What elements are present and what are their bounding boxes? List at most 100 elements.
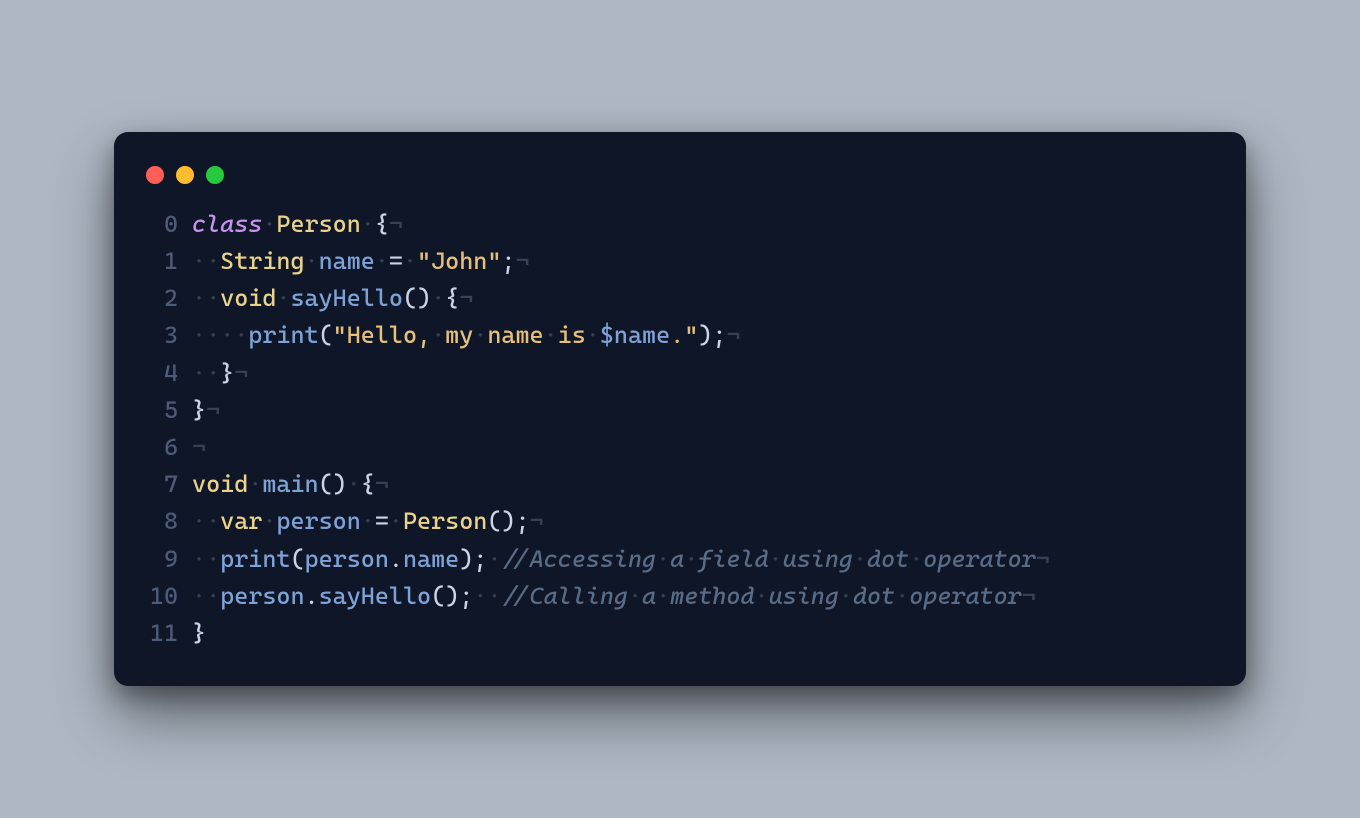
code-line[interactable]: 8··var·person·=·Person();¬ [144, 503, 1216, 540]
token-ws: ·· [192, 359, 220, 387]
token-ws: · [628, 582, 642, 610]
token-str: name [487, 321, 543, 349]
line-number: 7 [144, 466, 192, 503]
token-ws: ¬ [234, 359, 248, 387]
token-fn: sayHello [290, 284, 403, 312]
token-ws: · [909, 545, 923, 573]
line-number: 9 [144, 541, 192, 578]
token-punc: } [220, 359, 234, 387]
token-punc: { [375, 210, 389, 238]
token-cmt: operator [909, 582, 1022, 610]
token-cmt: field [698, 545, 768, 573]
token-ws: · [431, 284, 445, 312]
line-number: 4 [144, 355, 192, 392]
token-kw: class [192, 210, 262, 238]
token-ws: · [656, 545, 670, 573]
minimize-dot[interactable] [176, 166, 194, 184]
token-punc: (); [487, 507, 529, 535]
token-ident: person [220, 582, 304, 610]
token-ws: ¬ [1036, 545, 1050, 573]
token-ident: name [319, 247, 375, 275]
token-cmt: method [670, 582, 754, 610]
line-number: 11 [144, 615, 192, 652]
token-str: is [558, 321, 586, 349]
token-fn: print [220, 545, 290, 573]
token-ws: · [389, 507, 403, 535]
token-cmt: //Calling [501, 582, 628, 610]
token-cmt: using [769, 582, 839, 610]
token-type: void [220, 284, 276, 312]
token-ws: ·· [192, 582, 220, 610]
token-interp: $name [600, 321, 670, 349]
code-line[interactable]: 3····print("Hello,·my·name·is·$name.");¬ [144, 317, 1216, 354]
token-str: ." [670, 321, 698, 349]
token-op: = [375, 507, 389, 535]
token-ws: · [755, 582, 769, 610]
line-number: 2 [144, 280, 192, 317]
token-ws: ·· [192, 545, 220, 573]
token-cmt: operator [923, 545, 1036, 573]
token-type: var [220, 507, 262, 535]
token-fn: sayHello [319, 582, 432, 610]
token-punc: ( [290, 545, 304, 573]
code-line[interactable]: 0class·Person·{¬ [144, 206, 1216, 243]
token-type: Person [276, 210, 360, 238]
token-fn: main [262, 470, 318, 498]
line-content: ··void·sayHello()·{¬ [192, 280, 1216, 317]
token-fn: print [248, 321, 318, 349]
code-editor[interactable]: 0class·Person·{¬1··String·name·=·"John";… [144, 206, 1216, 652]
token-ws: ·· [473, 582, 501, 610]
token-ws: · [487, 545, 501, 573]
code-line[interactable]: 9··print(person.name);·//Accessing·a·fie… [144, 541, 1216, 578]
code-line[interactable]: 10··person.sayHello();··//Calling·a·meth… [144, 578, 1216, 615]
token-punc: () [403, 284, 431, 312]
token-ws: ¬ [389, 210, 403, 238]
line-number: 0 [144, 206, 192, 243]
line-content: ¬ [192, 429, 1216, 466]
token-punc: ); [698, 321, 726, 349]
token-cmt: dot [867, 545, 909, 573]
line-content: class·Person·{¬ [192, 206, 1216, 243]
code-line[interactable]: 2··void·sayHello()·{¬ [144, 280, 1216, 317]
zoom-dot[interactable] [206, 166, 224, 184]
token-punc: ); [459, 545, 487, 573]
code-line[interactable]: 11} [144, 615, 1216, 652]
token-type: void [192, 470, 248, 498]
code-line[interactable]: 1··String·name·=·"John";¬ [144, 243, 1216, 280]
line-content: ··print(person.name);·//Accessing·a·fiel… [192, 541, 1216, 578]
token-ws: · [656, 582, 670, 610]
line-content: ··}¬ [192, 355, 1216, 392]
token-ws: · [544, 321, 558, 349]
close-dot[interactable] [146, 166, 164, 184]
token-ws: · [769, 545, 783, 573]
code-line[interactable]: 4··}¬ [144, 355, 1216, 392]
token-str: my [445, 321, 473, 349]
token-punc: { [445, 284, 459, 312]
code-line[interactable]: 5}¬ [144, 392, 1216, 429]
token-ws: · [375, 247, 389, 275]
token-ws: · [305, 247, 319, 275]
line-number: 3 [144, 317, 192, 354]
token-ws: ¬ [206, 396, 220, 424]
token-str: "Hello, [333, 321, 431, 349]
line-number: 10 [144, 578, 192, 615]
token-ws: · [361, 507, 375, 535]
code-line[interactable]: 7void·main()·{¬ [144, 466, 1216, 503]
token-ident: person [276, 507, 360, 535]
token-type: Person [403, 507, 487, 535]
token-ws: · [586, 321, 600, 349]
token-ws: · [276, 284, 290, 312]
code-line[interactable]: 6¬ [144, 429, 1216, 466]
token-punc: } [192, 619, 206, 647]
token-ws: · [347, 470, 361, 498]
token-ws: · [839, 582, 853, 610]
token-ident: name [403, 545, 459, 573]
token-ws: ¬ [515, 247, 529, 275]
token-ws: · [262, 210, 276, 238]
token-ws: · [473, 321, 487, 349]
line-content: }¬ [192, 392, 1216, 429]
line-content: void·main()·{¬ [192, 466, 1216, 503]
token-ws: · [262, 507, 276, 535]
token-punc: ; [501, 247, 515, 275]
token-ws: · [403, 247, 417, 275]
